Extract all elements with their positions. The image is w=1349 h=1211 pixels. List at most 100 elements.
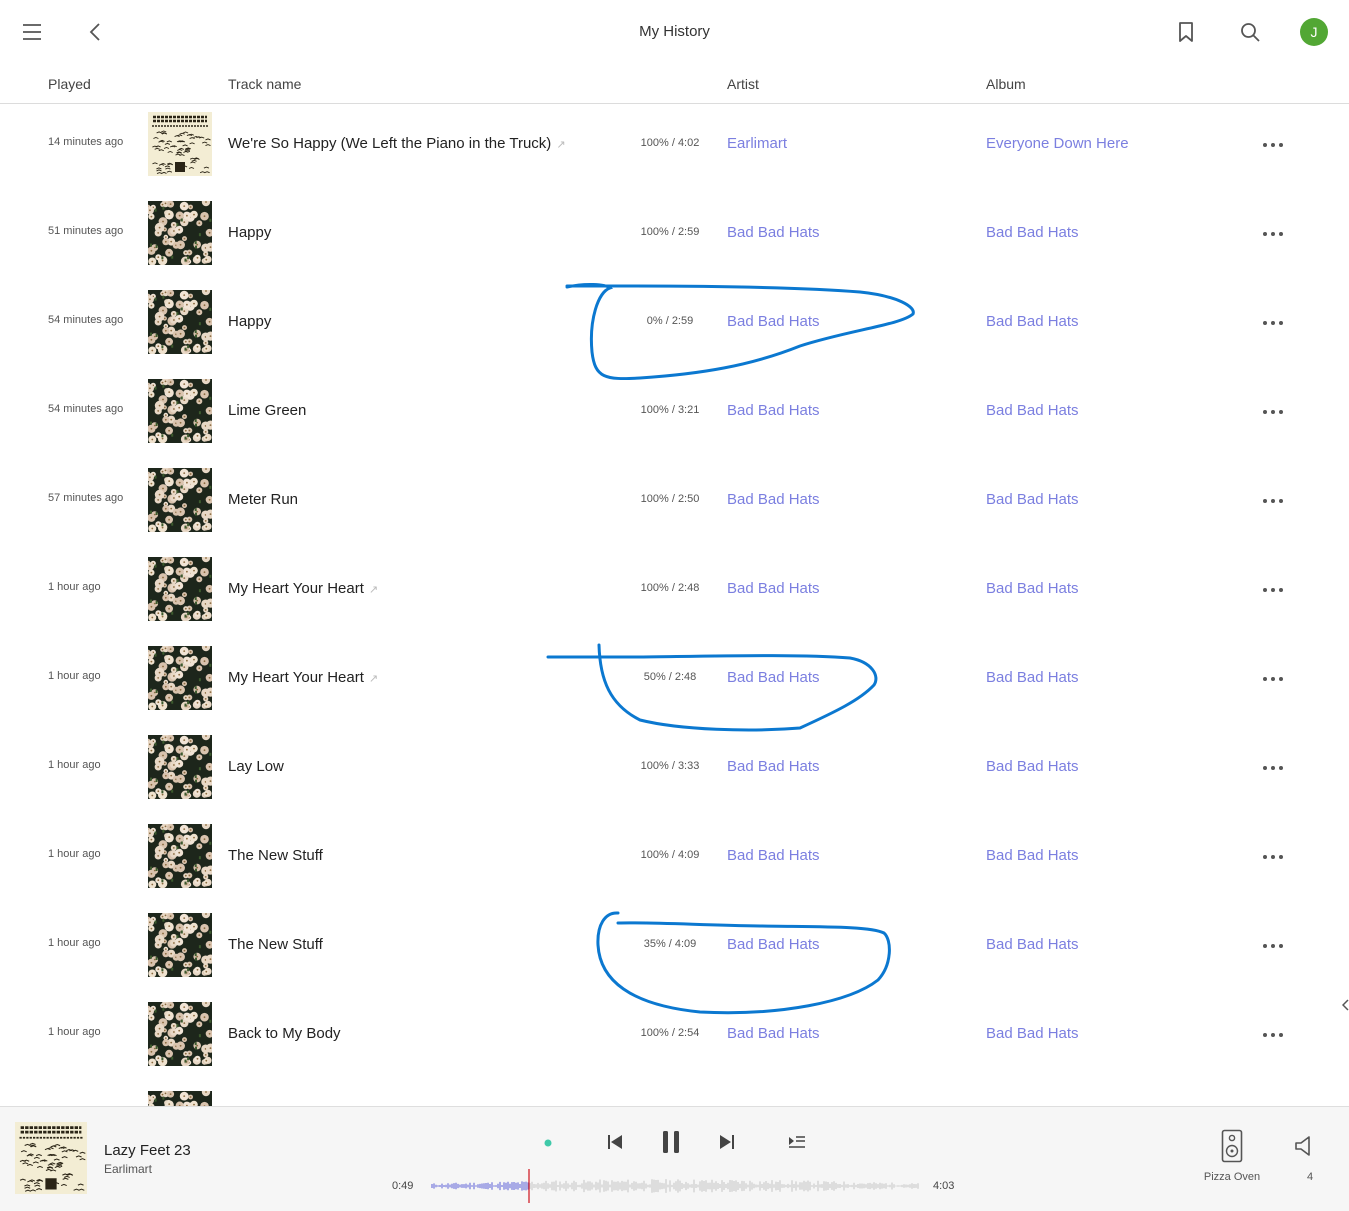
album-link[interactable]: Bad Bad Hats: [986, 580, 1079, 597]
zone-name[interactable]: Pizza Oven: [1196, 1171, 1268, 1183]
track-name[interactable]: Happy: [228, 224, 276, 241]
album-art[interactable]: [148, 468, 212, 532]
artist-link[interactable]: Bad Bad Hats: [727, 1025, 820, 1042]
avatar[interactable]: J: [1300, 18, 1328, 46]
track-name[interactable]: Happy: [228, 313, 276, 330]
table-row[interactable]: [0, 1083, 1349, 1106]
table-row[interactable]: 57 minutes ago Meter Run 100% / 2:50 Bad…: [0, 460, 1349, 549]
track-name[interactable]: The New Stuff: [228, 936, 328, 953]
artist-link[interactable]: Bad Bad Hats: [727, 758, 820, 775]
album-link[interactable]: Bad Bad Hats: [986, 936, 1079, 953]
album-link[interactable]: Bad Bad Hats: [986, 1025, 1079, 1042]
track-name[interactable]: My Heart Your Heart↗: [228, 580, 378, 597]
played-time: 1 hour ago: [48, 670, 101, 682]
track-name[interactable]: Meter Run: [228, 491, 303, 508]
album-art[interactable]: [148, 112, 212, 176]
queue-icon[interactable]: [787, 1133, 807, 1151]
played-time: 51 minutes ago: [48, 225, 123, 237]
more-icon[interactable]: [1262, 854, 1286, 860]
history-list: 14 minutes ago We're So Happy (We Left t…: [0, 104, 1349, 1106]
table-row[interactable]: 1 hour ago Back to My Body 100% / 2:54 B…: [0, 994, 1349, 1083]
waveform-scrubber[interactable]: [431, 1169, 919, 1203]
more-icon[interactable]: [1262, 587, 1286, 593]
album-art[interactable]: [148, 646, 212, 710]
track-name[interactable]: The New Stuff: [228, 847, 328, 864]
artist-link[interactable]: Bad Bad Hats: [727, 936, 820, 953]
column-header-played[interactable]: Played: [48, 76, 91, 92]
artist-link[interactable]: Bad Bad Hats: [727, 402, 820, 419]
more-icon[interactable]: [1262, 676, 1286, 682]
track-name[interactable]: Back to My Body: [228, 1025, 346, 1042]
search-icon[interactable]: [1238, 20, 1262, 44]
artist-link[interactable]: Bad Bad Hats: [727, 313, 820, 330]
column-header-album[interactable]: Album: [986, 76, 1026, 92]
album-art[interactable]: [148, 913, 212, 977]
track-name[interactable]: Lay Low: [228, 758, 289, 775]
table-row[interactable]: 1 hour ago The New Stuff 100% / 4:09 Bad…: [0, 816, 1349, 905]
more-icon[interactable]: [1262, 765, 1286, 771]
more-icon[interactable]: [1262, 231, 1286, 237]
album-link[interactable]: Bad Bad Hats: [986, 224, 1079, 241]
next-icon[interactable]: [718, 1133, 736, 1151]
volume-icon[interactable]: [1294, 1134, 1316, 1158]
table-row[interactable]: 54 minutes ago Lime Green 100% / 3:21 Ba…: [0, 371, 1349, 460]
play-progress: 100% / 4:02: [600, 137, 740, 149]
speaker-icon[interactable]: [1221, 1129, 1243, 1163]
now-playing-art[interactable]: [15, 1122, 87, 1194]
album-art[interactable]: [148, 201, 212, 265]
artist-link[interactable]: Bad Bad Hats: [727, 669, 820, 686]
album-link[interactable]: Everyone Down Here: [986, 135, 1129, 152]
album-art[interactable]: [148, 824, 212, 888]
total-time: 4:03: [933, 1180, 954, 1192]
album-art[interactable]: [148, 1002, 212, 1066]
table-row[interactable]: 14 minutes ago We're So Happy (We Left t…: [0, 104, 1349, 193]
play-progress: 35% / 4:09: [600, 938, 740, 950]
more-icon[interactable]: [1262, 1032, 1286, 1038]
album-art[interactable]: [148, 735, 212, 799]
artist-link[interactable]: Earlimart: [727, 135, 787, 152]
played-time: 1 hour ago: [48, 759, 101, 771]
more-icon[interactable]: [1262, 142, 1286, 148]
album-link[interactable]: Bad Bad Hats: [986, 491, 1079, 508]
album-art[interactable]: [148, 379, 212, 443]
track-name[interactable]: We're So Happy (We Left the Piano in the…: [228, 135, 566, 152]
played-time: 1 hour ago: [48, 581, 101, 593]
artist-link[interactable]: Bad Bad Hats: [727, 491, 820, 508]
album-link[interactable]: Bad Bad Hats: [986, 402, 1079, 419]
bookmark-icon[interactable]: [1174, 20, 1198, 44]
artist-link[interactable]: Bad Bad Hats: [727, 580, 820, 597]
album-link[interactable]: Bad Bad Hats: [986, 669, 1079, 686]
table-row[interactable]: 1 hour ago The New Stuff 35% / 4:09 Bad …: [0, 905, 1349, 994]
artist-link[interactable]: Bad Bad Hats: [727, 224, 820, 241]
table-row[interactable]: 1 hour ago My Heart Your Heart↗ 100% / 2…: [0, 549, 1349, 638]
table-row[interactable]: 54 minutes ago Happy 0% / 2:59 Bad Bad H…: [0, 282, 1349, 371]
now-playing-artist[interactable]: Earlimart: [104, 1162, 152, 1176]
album-art[interactable]: [148, 290, 212, 354]
track-name[interactable]: My Heart Your Heart↗: [228, 669, 378, 686]
album-art[interactable]: [148, 1091, 212, 1106]
column-header-track[interactable]: Track name: [228, 76, 301, 92]
album-link[interactable]: Bad Bad Hats: [986, 758, 1079, 775]
more-icon[interactable]: [1262, 943, 1286, 949]
chevron-left-icon[interactable]: [1342, 998, 1349, 1012]
artist-link[interactable]: Bad Bad Hats: [727, 847, 820, 864]
previous-icon[interactable]: [606, 1133, 624, 1151]
status-indicator: [544, 1139, 552, 1147]
more-icon[interactable]: [1262, 320, 1286, 326]
album-art[interactable]: [148, 557, 212, 621]
more-icon[interactable]: [1262, 409, 1286, 415]
more-icon[interactable]: [1262, 498, 1286, 504]
table-row[interactable]: 51 minutes ago Happy 100% / 2:59 Bad Bad…: [0, 193, 1349, 282]
table-row[interactable]: 1 hour ago Lay Low 100% / 3:33 Bad Bad H…: [0, 727, 1349, 816]
play-progress: 100% / 2:48: [600, 582, 740, 594]
played-time: 54 minutes ago: [48, 403, 123, 415]
table-row[interactable]: 1 hour ago My Heart Your Heart↗ 50% / 2:…: [0, 638, 1349, 727]
played-time: 54 minutes ago: [48, 314, 123, 326]
played-time: 57 minutes ago: [48, 492, 123, 504]
column-header-artist[interactable]: Artist: [727, 76, 759, 92]
pause-icon[interactable]: [660, 1130, 682, 1154]
album-link[interactable]: Bad Bad Hats: [986, 313, 1079, 330]
track-name[interactable]: Lime Green: [228, 402, 311, 419]
album-link[interactable]: Bad Bad Hats: [986, 847, 1079, 864]
now-playing-title[interactable]: Lazy Feet 23: [104, 1142, 191, 1159]
